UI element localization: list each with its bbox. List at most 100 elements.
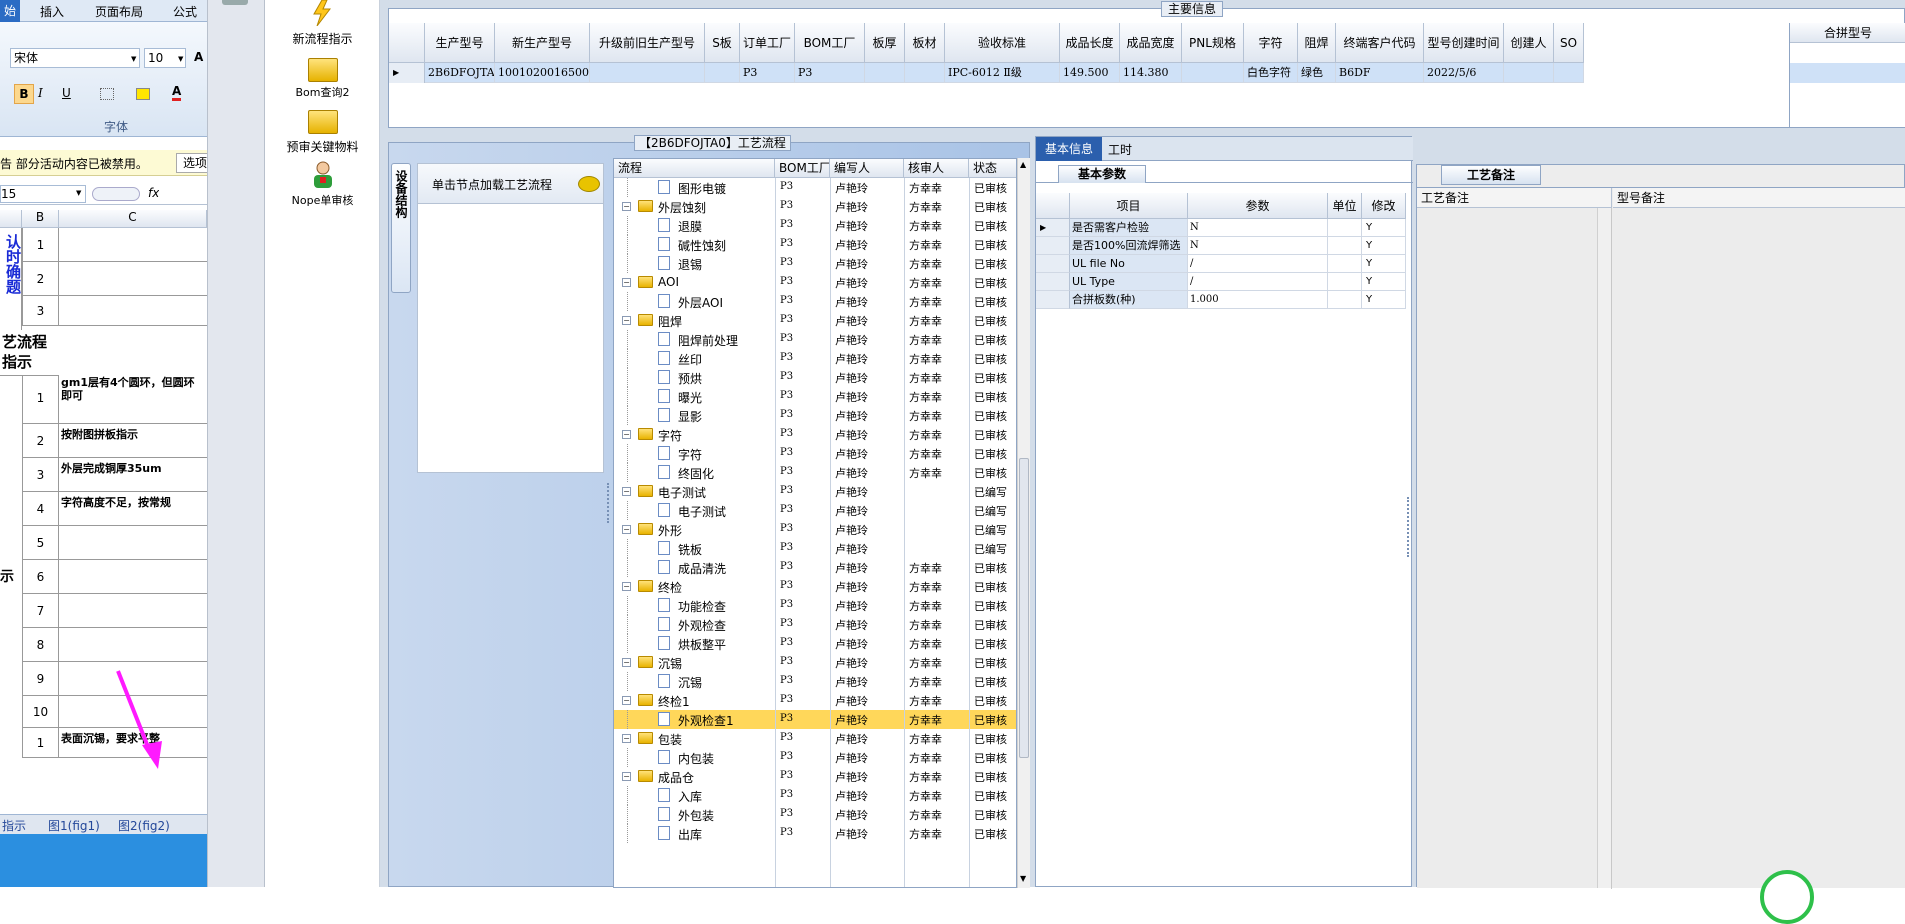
main-col-header[interactable]: 终端客户代码 xyxy=(1336,23,1424,63)
main-cell[interactable]: 2022/5/6 xyxy=(1424,63,1504,83)
main-cell[interactable]: 2B6DFOJTA0 xyxy=(425,63,495,83)
param-modify[interactable]: Y xyxy=(1362,291,1406,309)
param-unit[interactable] xyxy=(1328,237,1362,255)
main-cell[interactable]: 114.380 xyxy=(1120,63,1182,83)
nope-review-button[interactable]: Nope单审核 xyxy=(265,192,380,208)
main-col-header[interactable]: 验收标准 xyxy=(945,23,1060,63)
excel-tab-formula[interactable]: 公式 xyxy=(173,3,197,20)
sheet-tab-0[interactable]: 指示 xyxy=(2,817,26,834)
main-cell[interactable]: 白色字符 xyxy=(1244,63,1298,83)
main-cell[interactable]: 149.500 xyxy=(1060,63,1120,83)
collapse-icon[interactable]: − xyxy=(622,525,631,534)
excel-tab-home[interactable]: 始 xyxy=(0,0,20,22)
row-number[interactable]: 9 xyxy=(22,662,59,696)
merge-header[interactable]: 合拼型号 xyxy=(1790,23,1905,43)
row-number[interactable]: 3 xyxy=(22,296,59,326)
main-col-header[interactable]: 成品宽度 xyxy=(1120,23,1182,63)
tree-row[interactable]: − 字符 P3 卢艳玲 方幸幸 已审核 xyxy=(614,425,1016,444)
fill-color-icon[interactable] xyxy=(136,88,150,100)
main-col-header[interactable]: 新生产型号 xyxy=(495,23,590,63)
tree-row[interactable]: 显影 P3 卢艳玲 方幸幸 已审核 xyxy=(614,406,1016,425)
basic-col-header[interactable]: 单位 xyxy=(1328,193,1362,219)
merge-row[interactable] xyxy=(1790,63,1905,83)
param-modify[interactable]: Y xyxy=(1362,255,1406,273)
formula-bar-slider[interactable] xyxy=(92,187,140,201)
tree-row[interactable]: 退锡 P3 卢艳玲 方幸幸 已审核 xyxy=(614,254,1016,273)
cell-c[interactable] xyxy=(59,262,207,296)
param-value[interactable]: N xyxy=(1188,237,1328,255)
fx-icon[interactable]: fx xyxy=(148,186,159,200)
cell-c[interactable] xyxy=(59,628,207,662)
main-cell[interactable]: IPC-6012 Ⅱ级 xyxy=(945,63,1060,83)
tree-row[interactable]: 丝印 P3 卢艳玲 方幸幸 已审核 xyxy=(614,349,1016,368)
tree-row[interactable]: 曝光 P3 卢艳玲 方幸幸 已审核 xyxy=(614,387,1016,406)
tree-row[interactable]: 成品清洗 P3 卢艳玲 方幸幸 已审核 xyxy=(614,558,1016,577)
lightning-icon[interactable] xyxy=(310,0,334,27)
scroll-up-icon[interactable]: ▲ xyxy=(1020,160,1026,169)
cell-c[interactable]: 按附图拼板指示 xyxy=(59,424,207,458)
flow-hint-box[interactable]: 单击节点加载工艺流程 xyxy=(417,163,604,473)
tree-row[interactable]: 沉锡 P3 卢艳玲 方幸幸 已审核 xyxy=(614,672,1016,691)
main-cell[interactable]: 绿色 xyxy=(1298,63,1336,83)
grid-corner[interactable] xyxy=(389,23,425,63)
main-col-header[interactable]: 板厚 xyxy=(865,23,905,63)
main-col-header[interactable]: 生产型号 xyxy=(425,23,495,63)
bom-query-button[interactable]: Bom查询2 xyxy=(265,84,380,100)
main-cell[interactable] xyxy=(1504,63,1554,83)
remarks-vscroll[interactable] xyxy=(1597,208,1611,888)
cell-c[interactable] xyxy=(59,594,207,628)
param-modify[interactable]: Y xyxy=(1362,273,1406,291)
row-number[interactable]: 1 xyxy=(22,728,59,758)
param-value[interactable]: / xyxy=(1188,273,1328,291)
row-number[interactable]: 2 xyxy=(22,262,59,296)
row-number[interactable]: 4 xyxy=(22,492,59,526)
basic-row[interactable]: UL file No / Y xyxy=(1036,255,1406,273)
tree-row[interactable]: 阻焊前处理 P3 卢艳玲 方幸幸 已审核 xyxy=(614,330,1016,349)
tree-row[interactable]: 入库 P3 卢艳玲 方幸幸 已审核 xyxy=(614,786,1016,805)
tree-row[interactable]: 烘板整平 P3 卢艳玲 方幸幸 已审核 xyxy=(614,634,1016,653)
tree-row[interactable]: − 阻焊 P3 卢艳玲 方幸幸 已审核 xyxy=(614,311,1016,330)
tab-process-remarks[interactable]: 工艺备注 xyxy=(1441,165,1541,185)
equipment-structure-tab[interactable]: 设备结构 xyxy=(391,163,411,293)
basic-col-header[interactable]: 参数 xyxy=(1188,193,1328,219)
cell-c[interactable]: 外层完成铜厚35um xyxy=(59,458,207,492)
basic-row[interactable]: ▶ 是否需客户检验 N Y xyxy=(1036,219,1406,237)
tree-row[interactable]: 电子测试 P3 卢艳玲 已编写 xyxy=(614,501,1016,520)
cell-c[interactable] xyxy=(59,560,207,594)
param-value[interactable]: / xyxy=(1188,255,1328,273)
underline-button[interactable]: U xyxy=(62,86,71,100)
basic-col-header[interactable]: 项目 xyxy=(1070,193,1188,219)
main-cell[interactable] xyxy=(1554,63,1584,83)
collapse-icon[interactable]: − xyxy=(622,658,631,667)
flow-hint-header[interactable]: 单击节点加载工艺流程 xyxy=(418,164,603,204)
main-cell[interactable] xyxy=(705,63,740,83)
param-unit[interactable] xyxy=(1328,255,1362,273)
tab-basic-info[interactable]: 基本信息 xyxy=(1036,137,1102,161)
param-unit[interactable] xyxy=(1328,291,1362,309)
process-remarks-box[interactable]: 工艺备注 xyxy=(1417,188,1612,889)
italic-button[interactable]: I xyxy=(38,86,43,100)
row-number[interactable]: 2 xyxy=(22,424,59,458)
main-cell[interactable] xyxy=(905,63,945,83)
tree-col-header[interactable]: BOM工厂 xyxy=(775,159,830,178)
tree-row[interactable]: 铣板 P3 卢艳玲 已编写 xyxy=(614,539,1016,558)
process-vscroll[interactable]: ▲ ▼ xyxy=(1017,158,1030,888)
tree-col-header[interactable]: 核审人 xyxy=(904,159,969,178)
main-col-header[interactable]: 字符 xyxy=(1244,23,1298,63)
param-modify[interactable]: Y xyxy=(1362,237,1406,255)
folder-open-icon[interactable] xyxy=(308,110,338,134)
main-col-header[interactable]: 型号创建时间 xyxy=(1424,23,1504,63)
collapse-icon[interactable]: − xyxy=(622,430,631,439)
basic-row[interactable]: UL Type / Y xyxy=(1036,273,1406,291)
main-cell[interactable]: P3 xyxy=(740,63,795,83)
cell-c[interactable] xyxy=(59,296,207,326)
row-number[interactable]: 5 xyxy=(22,526,59,560)
name-box[interactable]: 15 xyxy=(0,185,86,203)
tree-row[interactable]: 图形电镀 P3 卢艳玲 方幸幸 已审核 xyxy=(614,178,1016,197)
main-col-header[interactable]: 升级前旧生产型号 xyxy=(590,23,705,63)
main-cell[interactable]: P3 xyxy=(795,63,865,83)
enable-content-button[interactable]: 选项 xyxy=(176,153,207,173)
param-value[interactable]: 1.000 xyxy=(1188,291,1328,309)
folder-open-icon[interactable] xyxy=(308,58,338,82)
cell-c[interactable]: gm1层有4个圆环，但圆环即可 xyxy=(59,372,207,424)
